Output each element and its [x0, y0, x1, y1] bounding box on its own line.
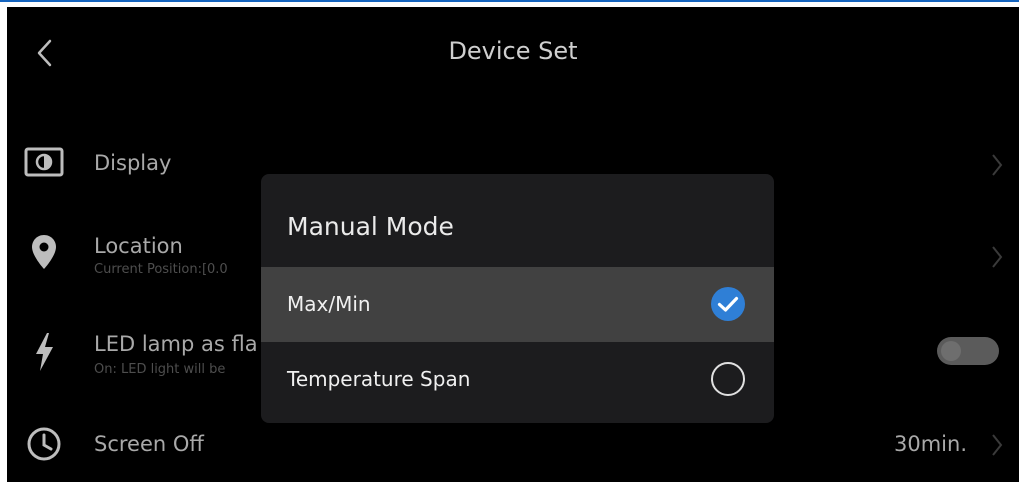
option-max-min[interactable]: Max/Min: [261, 267, 774, 342]
option-label: Temperature Span: [287, 367, 471, 391]
location-pin-icon: [24, 232, 64, 272]
display-icon: [24, 142, 64, 182]
dialog-title: Manual Mode: [287, 212, 454, 241]
clock-icon: [24, 424, 64, 464]
device-set-screen: Device Set Display Location Current Posi…: [7, 7, 1019, 482]
led-lamp-toggle[interactable]: [937, 337, 999, 365]
led-lamp-subtext: On: LED light will be: [94, 362, 226, 377]
toggle-knob: [941, 341, 961, 361]
screen-off-label: Screen Off: [94, 432, 204, 456]
chevron-right-icon: [987, 150, 1007, 180]
manual-mode-dialog: Manual Mode Max/Min Temperature Span: [261, 174, 774, 423]
screen-off-value: 30min.: [894, 432, 967, 456]
chevron-right-icon: [987, 430, 1007, 460]
location-subtext: Current Position:[0.0: [94, 262, 228, 277]
location-label: Location: [94, 234, 183, 258]
checkmark-circle-icon: [711, 287, 745, 321]
header-bar: Device Set: [7, 7, 1019, 95]
chevron-right-icon: [987, 242, 1007, 272]
option-label: Max/Min: [287, 292, 371, 316]
settings-row-screen-off[interactable]: Screen Off 30min.: [7, 422, 1019, 467]
led-lamp-label: LED lamp as fla: [94, 332, 258, 356]
page-title: Device Set: [448, 37, 578, 65]
display-label: Display: [94, 151, 172, 175]
radio-empty-icon: [711, 362, 745, 396]
option-temperature-span[interactable]: Temperature Span: [261, 342, 774, 417]
flash-icon: [24, 332, 64, 372]
top-accent-line: [0, 0, 1019, 2]
